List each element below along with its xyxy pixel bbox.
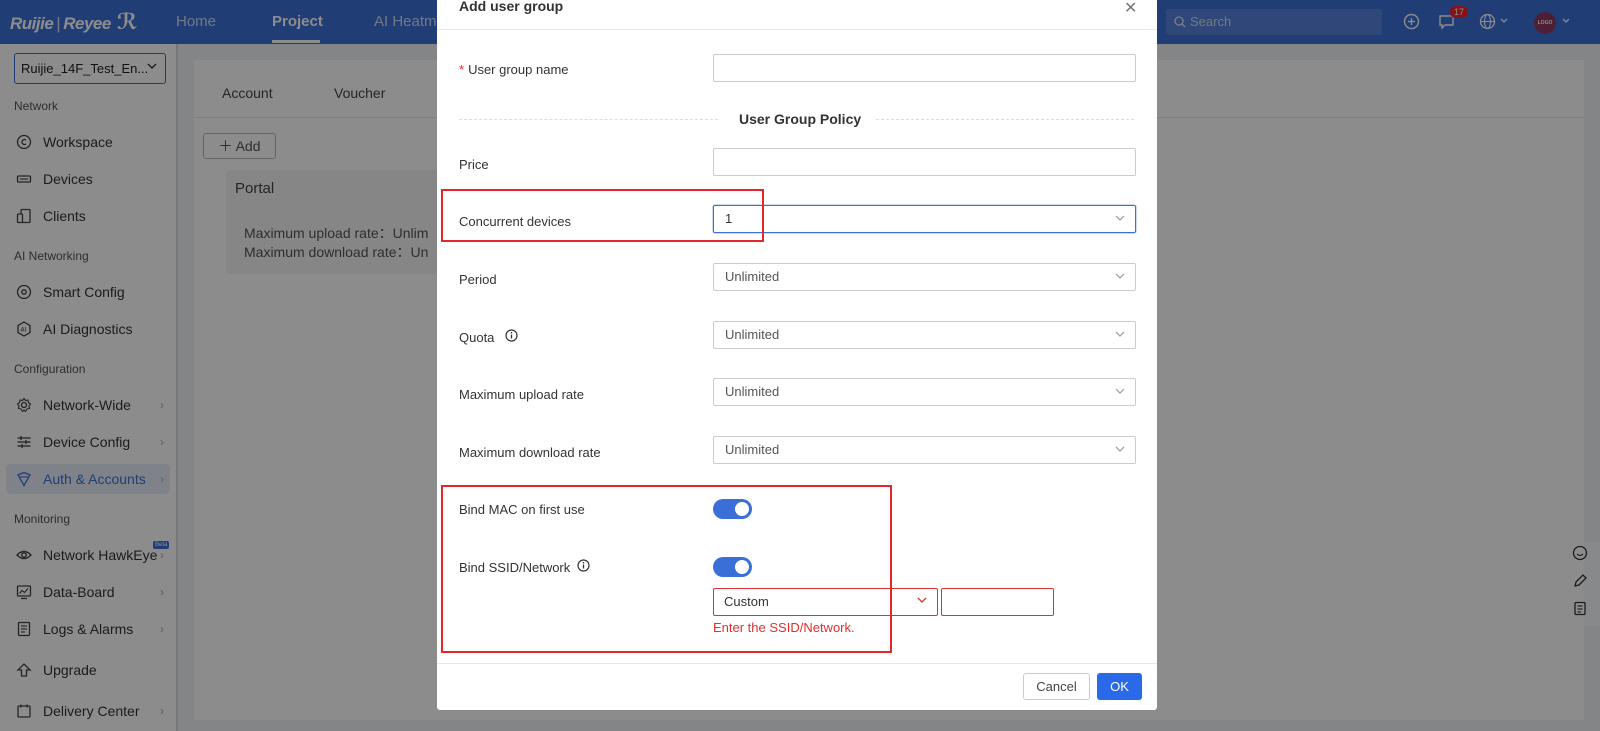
period-select[interactable]: Unlimited (713, 263, 1136, 291)
dialog-header-divider (437, 29, 1157, 30)
max-download-rate-select[interactable]: Unlimited (713, 436, 1136, 464)
concurrent-devices-select[interactable]: 1 (713, 205, 1136, 233)
max-upload-rate-select[interactable]: Unlimited (713, 378, 1136, 406)
price-input[interactable] (713, 148, 1136, 176)
period-label: Period (459, 272, 497, 287)
chevron-down-icon (1115, 331, 1125, 337)
quota-value: Unlimited (725, 327, 780, 342)
chevron-down-icon (917, 597, 927, 603)
chevron-down-icon (1115, 215, 1125, 221)
user-group-name-input[interactable] (713, 54, 1136, 82)
period-value: Unlimited (725, 269, 780, 284)
required-marker: * (459, 62, 465, 77)
ssid-input[interactable] (941, 588, 1054, 616)
price-label: Price (459, 157, 489, 172)
highlight-bind-options (441, 485, 892, 653)
dialog-title: Add user group (459, 0, 564, 14)
user-group-name-label-text: User group name (468, 62, 569, 77)
user-group-name-label: * User group name (459, 62, 569, 77)
max-download-rate-label: Maximum download rate (459, 445, 601, 460)
ok-button[interactable]: OK (1097, 673, 1142, 700)
cancel-button[interactable]: Cancel (1023, 673, 1090, 700)
max-upload-rate-label: Maximum upload rate (459, 387, 584, 402)
close-icon[interactable]: ✕ (1124, 0, 1137, 18)
chevron-down-icon (1115, 446, 1125, 452)
policy-section-title: User Group Policy (739, 111, 862, 127)
policy-divider-right (876, 119, 1134, 120)
max-upload-rate-value: Unlimited (725, 384, 780, 399)
policy-divider-left (459, 119, 718, 120)
highlight-concurrent-devices (441, 189, 764, 242)
quota-select[interactable]: Unlimited (713, 321, 1136, 349)
info-icon[interactable] (505, 329, 518, 342)
max-download-rate-value: Unlimited (725, 442, 780, 457)
chevron-down-icon (1115, 388, 1125, 394)
quota-label: Quota (459, 330, 495, 345)
chevron-down-icon (1115, 273, 1125, 279)
dialog-footer-divider (437, 663, 1157, 664)
